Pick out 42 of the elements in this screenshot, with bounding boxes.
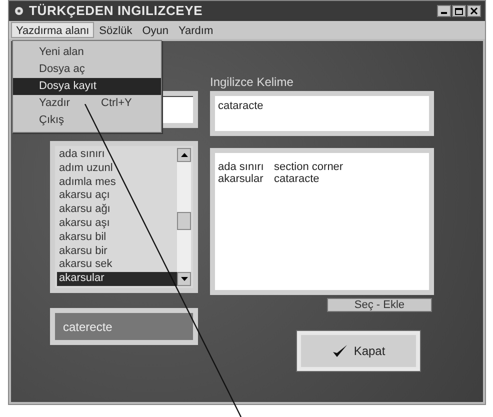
- word-list-item[interactable]: akarsu bil: [57, 230, 177, 245]
- english-term: section corner: [274, 161, 344, 173]
- english-word-label: Ingilizce Kelime: [210, 74, 294, 89]
- scrollbar[interactable]: [177, 148, 191, 286]
- word-list-item[interactable]: ada sınırı: [57, 148, 177, 162]
- menu-item[interactable]: Dosya kayıt: [13, 78, 161, 95]
- close-form-button[interactable]: Kapat: [297, 331, 420, 371]
- scroll-down-button[interactable]: [177, 272, 191, 286]
- menu-bar-item[interactable]: Oyun: [137, 22, 174, 38]
- word-list-item[interactable]: akarsu bir: [57, 244, 177, 258]
- close-icon: [470, 7, 478, 15]
- triangle-down-icon: [180, 277, 188, 281]
- word-list-item[interactable]: adımla mes: [57, 176, 177, 190]
- word-list-item[interactable]: akarsular: [57, 272, 177, 286]
- result-field[interactable]: caterecte: [50, 308, 198, 345]
- word-list-item[interactable]: akarsu aşı: [57, 216, 177, 231]
- app-icon: [13, 5, 25, 17]
- menu-bar-item[interactable]: Yazdırma alanı: [11, 22, 94, 38]
- english-word-field[interactable]: cataracte: [210, 91, 434, 136]
- menu-item[interactable]: Dosya aç: [13, 61, 161, 78]
- close-button[interactable]: [467, 5, 481, 17]
- word-list-item[interactable]: akarsu ağı: [57, 203, 177, 217]
- triangle-up-icon: [180, 153, 188, 157]
- word-list[interactable]: ada sınırı adım uzunl adımla mes akarsu açı akarsu ağı akarsu aşı akarsu bil akarsu bir akarsu sek akarsular: [50, 141, 198, 293]
- window-title: TÜRKÇEDEN INGILIZCEYE: [29, 2, 203, 20]
- english-term: cataracte: [274, 173, 320, 185]
- word-list-item[interactable]: akarsu açı: [57, 189, 177, 204]
- menu-item[interactable]: Çıkış: [13, 112, 161, 129]
- word-list-item[interactable]: akarsu sek: [57, 258, 177, 272]
- turkish-term: ada sınırı: [218, 161, 265, 173]
- scroll-thumb[interactable]: [177, 212, 191, 230]
- select-add-button[interactable]: Seç - Ekle: [327, 298, 432, 312]
- minimize-button[interactable]: [437, 5, 451, 17]
- maximize-button[interactable]: [452, 5, 466, 17]
- menu-bar-item[interactable]: Yardım: [174, 22, 218, 38]
- menu-bar-item[interactable]: Sözlük: [94, 22, 138, 38]
- menu-item[interactable]: Yazdır Ctrl+Y: [13, 95, 161, 112]
- menu-item[interactable]: Yeni alan: [13, 44, 161, 61]
- checkmark-icon: [332, 344, 348, 358]
- turkish-term: akarsular: [218, 173, 264, 185]
- scroll-up-button[interactable]: [177, 148, 191, 162]
- word-list-item[interactable]: adım uzunl: [57, 162, 177, 176]
